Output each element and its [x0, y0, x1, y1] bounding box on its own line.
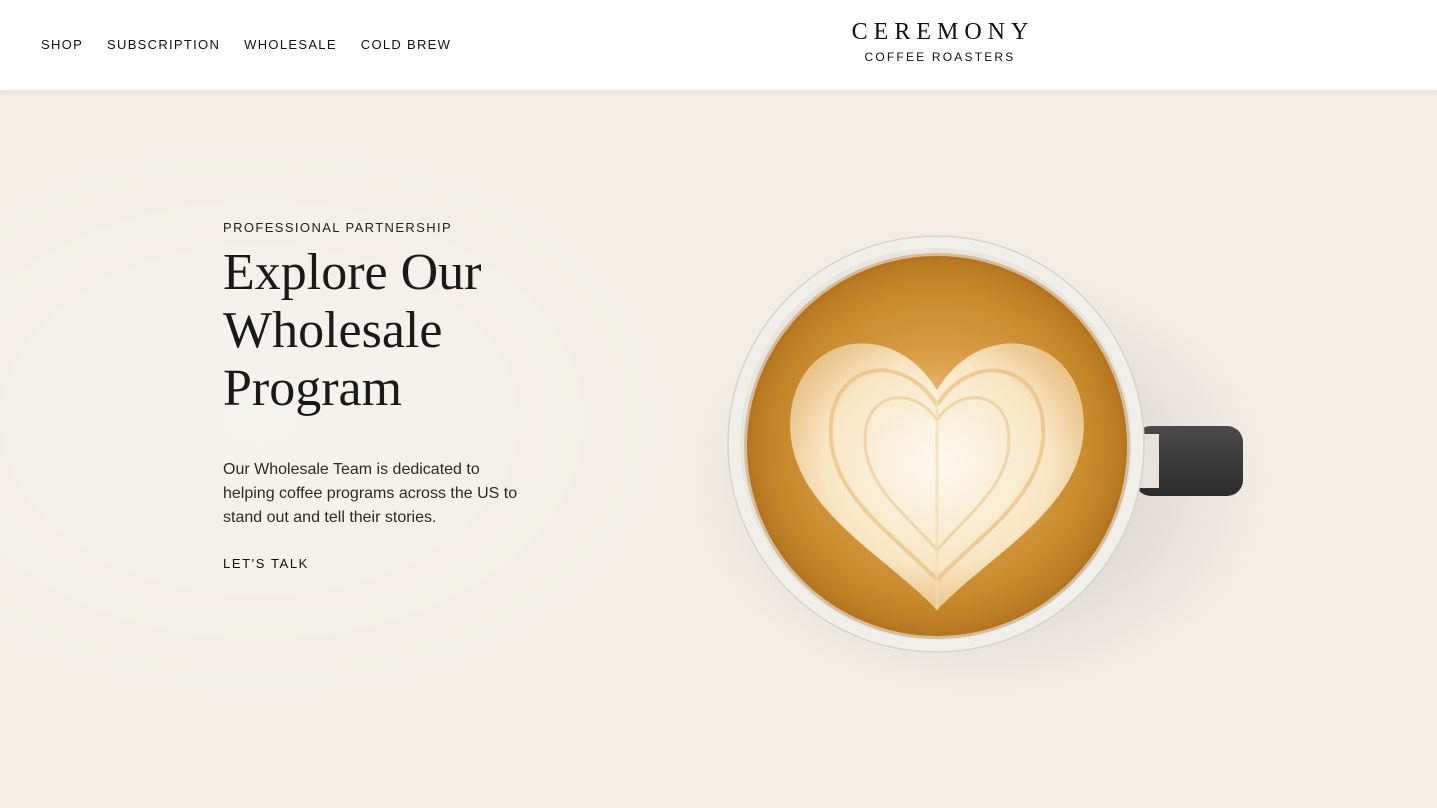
nav-item-shop[interactable]: SHOP: [41, 37, 83, 52]
hero-headline: Explore Our Wholesale Program: [223, 244, 482, 417]
main-nav: SHOP SUBSCRIPTION WHOLESALE COLD BREW: [41, 37, 451, 52]
lets-talk-link[interactable]: LET'S TALK: [223, 556, 309, 571]
brand-subtitle: COFFEE ROASTERS: [864, 50, 1016, 64]
nav-item-subscription[interactable]: SUBSCRIPTION: [107, 37, 220, 52]
hero-body: Our Wholesale Team is dedicated to helpi…: [223, 461, 518, 526]
nav-item-cold-brew[interactable]: COLD BREW: [361, 37, 451, 52]
nav-item-wholesale[interactable]: WHOLESALE: [244, 37, 337, 52]
brand-name: CEREMONY: [851, 19, 1035, 45]
hero-eyebrow: PROFESSIONAL PARTNERSHIP: [223, 220, 453, 235]
site-header: SHOP SUBSCRIPTION WHOLESALE COLD BREW CE…: [0, 0, 1437, 90]
latte-art-cup-image: [680, 200, 1300, 700]
brand-logo[interactable]: CEREMONY COFFEE ROASTERS: [840, 20, 1040, 64]
hero-text-block: PROFESSIONAL PARTNERSHIP Explore Our Who…: [223, 220, 543, 573]
page: SHOP SUBSCRIPTION WHOLESALE COLD BREW CE…: [0, 0, 1437, 808]
